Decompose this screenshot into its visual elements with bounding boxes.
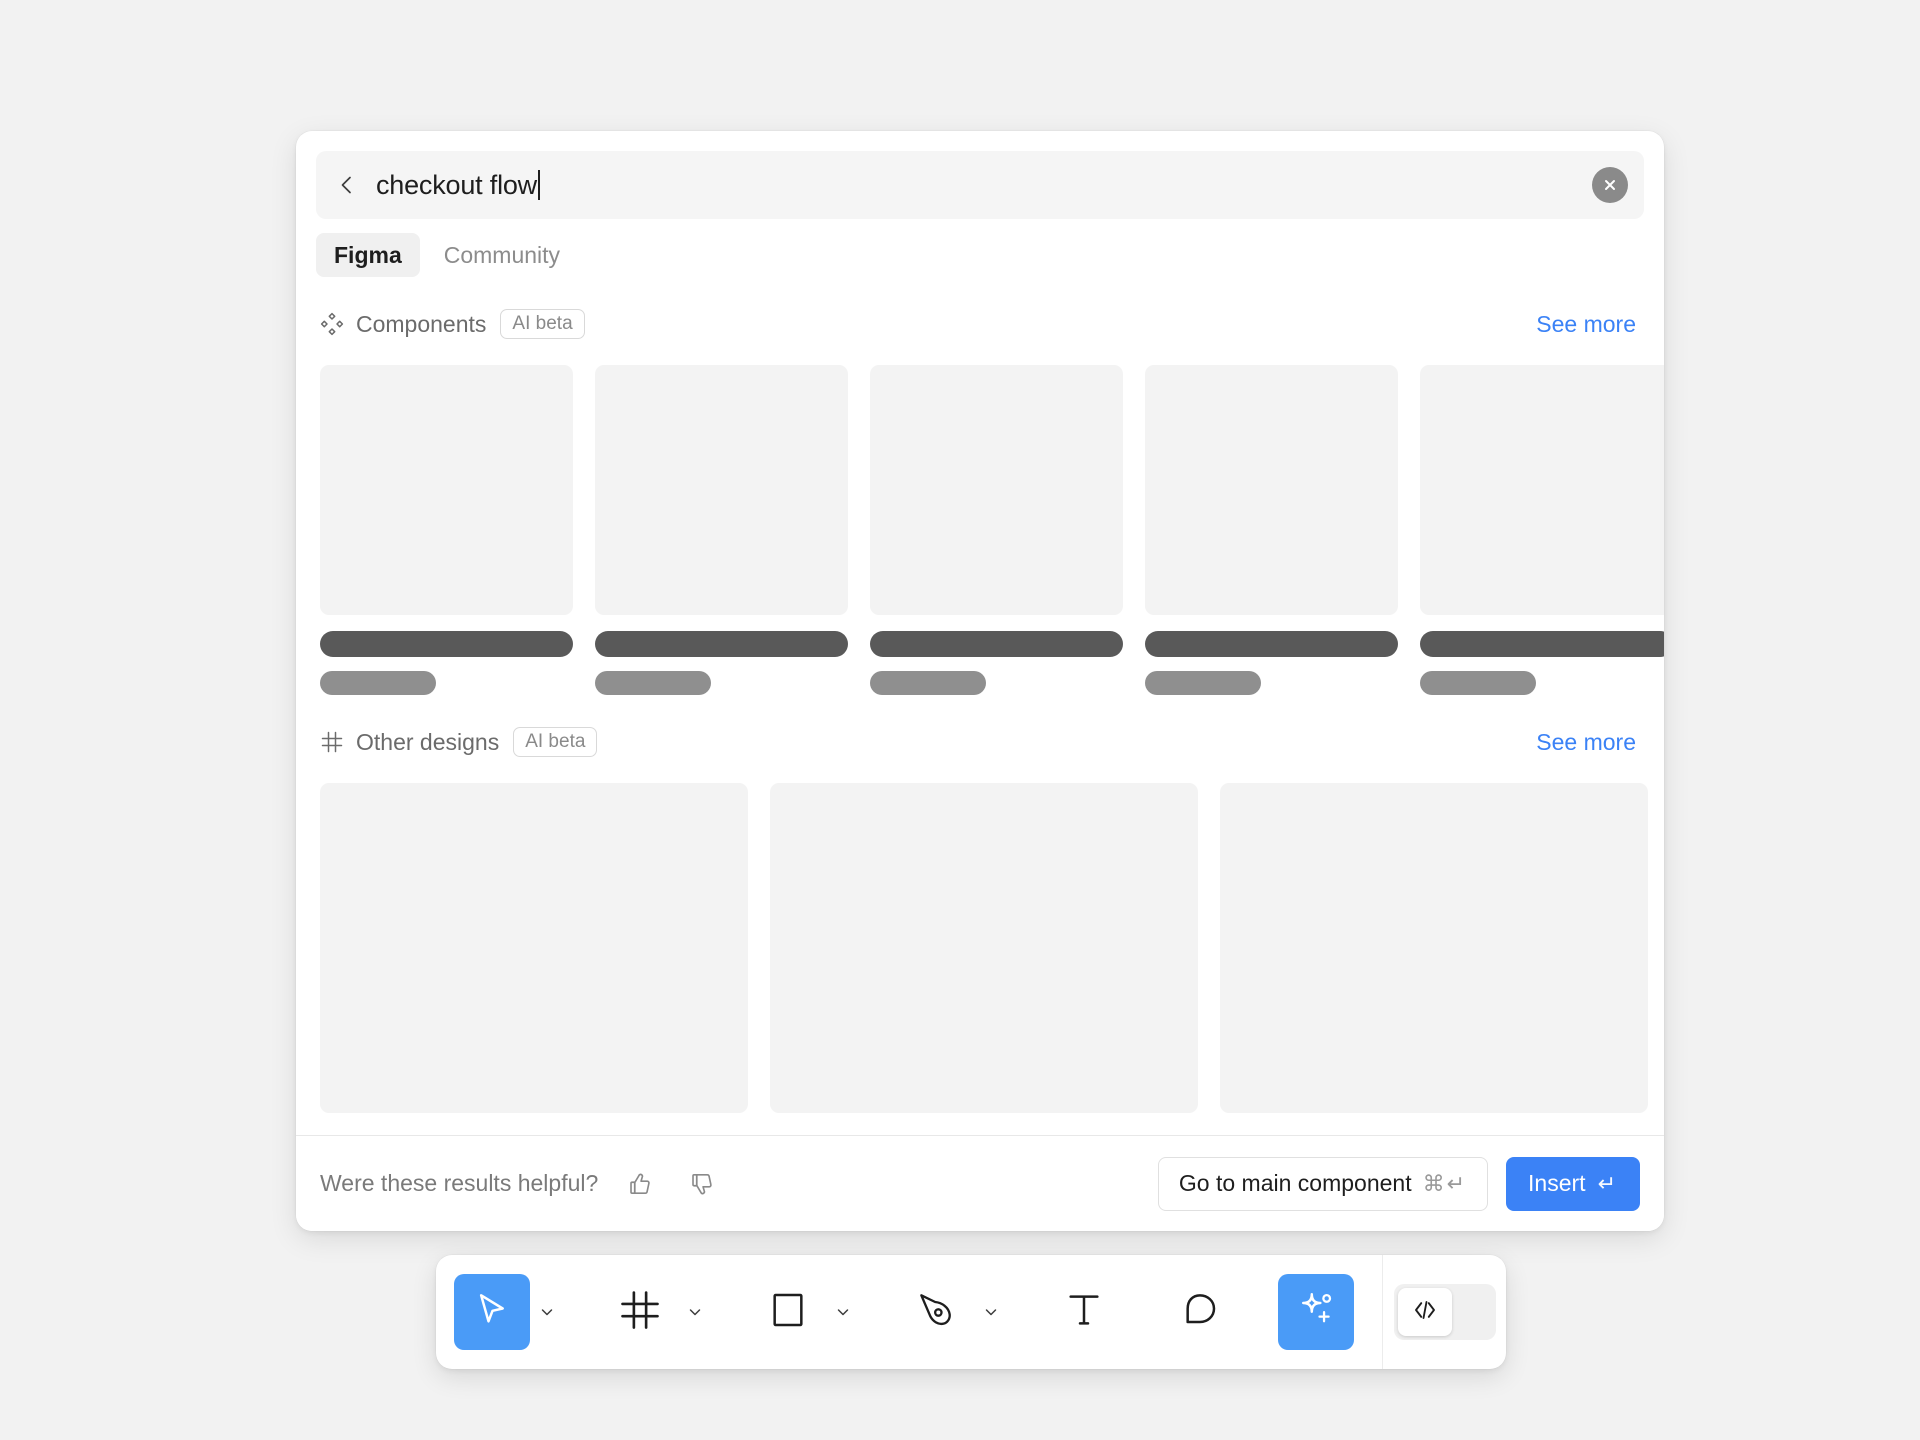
insert-button[interactable]: Insert ↵	[1506, 1156, 1640, 1211]
frame-tool-chevron-down-icon[interactable]	[678, 1274, 712, 1350]
results-footer: Were these results helpful? Go to main c…	[296, 1135, 1664, 1231]
insert-shortcut: ↵	[1597, 1170, 1618, 1196]
frame-tool-button[interactable]	[602, 1274, 678, 1350]
other-designs-results-grid	[296, 765, 1664, 1113]
thumbs-up-icon[interactable]	[620, 1164, 660, 1204]
see-more-other-designs-link[interactable]: See more	[1536, 729, 1640, 756]
comment-tool-button[interactable]	[1162, 1274, 1238, 1350]
design-result-card[interactable]	[770, 783, 1198, 1113]
component-result-card[interactable]	[1420, 365, 1664, 695]
chevron-left-icon[interactable]	[334, 172, 360, 198]
design-result-card[interactable]	[320, 783, 748, 1113]
search-input[interactable]: checkout flow	[376, 170, 1592, 201]
shape-tool-chevron-down-icon[interactable]	[826, 1274, 860, 1350]
components-results-grid	[296, 347, 1664, 695]
section-header-components: Components AI beta See more	[296, 277, 1664, 347]
design-result-card[interactable]	[1220, 783, 1648, 1113]
dev-mode-section	[1383, 1255, 1506, 1369]
footer-action-buttons: Go to main component ⌘↵ Insert ↵	[1157, 1156, 1640, 1211]
section-header-other-designs: Other designs AI beta See more	[296, 695, 1664, 765]
actions-tool-button[interactable]	[1278, 1274, 1354, 1350]
close-circle-icon[interactable]	[1592, 167, 1628, 203]
toolbar-tool-group	[436, 1255, 1354, 1369]
ai-beta-badge: AI beta	[500, 309, 585, 339]
figma-toolbar	[436, 1255, 1506, 1369]
skeleton-title-bar	[870, 631, 1123, 657]
go-to-main-component-shortcut: ⌘↵	[1422, 1170, 1468, 1196]
component-result-card[interactable]	[320, 365, 573, 695]
ai-beta-badge: AI beta	[513, 727, 598, 757]
skeleton-subtitle-bar	[320, 671, 437, 695]
skeleton-subtitle-bar	[870, 671, 987, 695]
search-results-body: Components AI beta See more Other design…	[296, 277, 1664, 1135]
code-brackets-icon	[1410, 1295, 1440, 1330]
search-results-panel: checkout flow Figma Community Components…	[296, 131, 1664, 1231]
skeleton-subtitle-bar	[1420, 671, 1537, 695]
move-tool-button[interactable]	[454, 1274, 530, 1350]
component-result-card[interactable]	[870, 365, 1123, 695]
comment-bubble-icon	[1180, 1290, 1220, 1335]
component-thumbnail-placeholder	[595, 365, 848, 615]
component-thumbnail-placeholder	[320, 365, 573, 615]
section-title: Other designs	[356, 728, 500, 755]
text-caret	[537, 170, 540, 200]
dev-mode-toggle[interactable]	[1393, 1284, 1496, 1340]
pen-tool-button[interactable]	[898, 1274, 974, 1350]
text-t-icon	[1064, 1290, 1104, 1335]
component-result-card[interactable]	[1145, 365, 1398, 695]
search-query-text: checkout flow	[376, 169, 537, 200]
search-scope-tabs: Figma Community	[296, 219, 1664, 277]
pen-icon	[916, 1290, 956, 1335]
skeleton-title-bar	[595, 631, 848, 657]
component-result-card[interactable]	[595, 365, 848, 695]
feedback-question: Were these results helpful?	[320, 1170, 599, 1196]
go-to-main-component-button[interactable]: Go to main component ⌘↵	[1157, 1156, 1489, 1211]
components-icon	[320, 312, 344, 336]
go-to-main-component-label: Go to main component	[1178, 1170, 1412, 1196]
skeleton-title-bar	[1145, 631, 1398, 657]
text-tool-button[interactable]	[1046, 1274, 1122, 1350]
sparkle-plus-icon	[1295, 1289, 1337, 1336]
section-title: Components	[356, 310, 487, 337]
square-icon	[768, 1290, 808, 1335]
insert-label: Insert	[1528, 1170, 1586, 1196]
see-more-components-link[interactable]: See more	[1536, 311, 1640, 338]
tab-figma[interactable]: Figma	[316, 233, 420, 277]
skeleton-title-bar	[1420, 631, 1664, 657]
dev-mode-toggle-knob	[1397, 1288, 1452, 1336]
component-thumbnail-placeholder	[870, 365, 1123, 615]
component-thumbnail-placeholder	[1420, 365, 1664, 615]
skeleton-subtitle-bar	[1145, 671, 1262, 695]
move-tool-chevron-down-icon[interactable]	[530, 1274, 564, 1350]
search-bar[interactable]: checkout flow	[316, 151, 1644, 219]
frame-icon	[619, 1289, 661, 1336]
cursor-arrow-icon	[472, 1290, 512, 1335]
frame-icon	[320, 730, 344, 754]
skeleton-subtitle-bar	[595, 671, 712, 695]
skeleton-title-bar	[320, 631, 573, 657]
shape-tool-button[interactable]	[750, 1274, 826, 1350]
thumbs-down-icon[interactable]	[682, 1164, 722, 1204]
tab-community[interactable]: Community	[426, 233, 578, 277]
pen-tool-chevron-down-icon[interactable]	[974, 1274, 1008, 1350]
component-thumbnail-placeholder	[1145, 365, 1398, 615]
